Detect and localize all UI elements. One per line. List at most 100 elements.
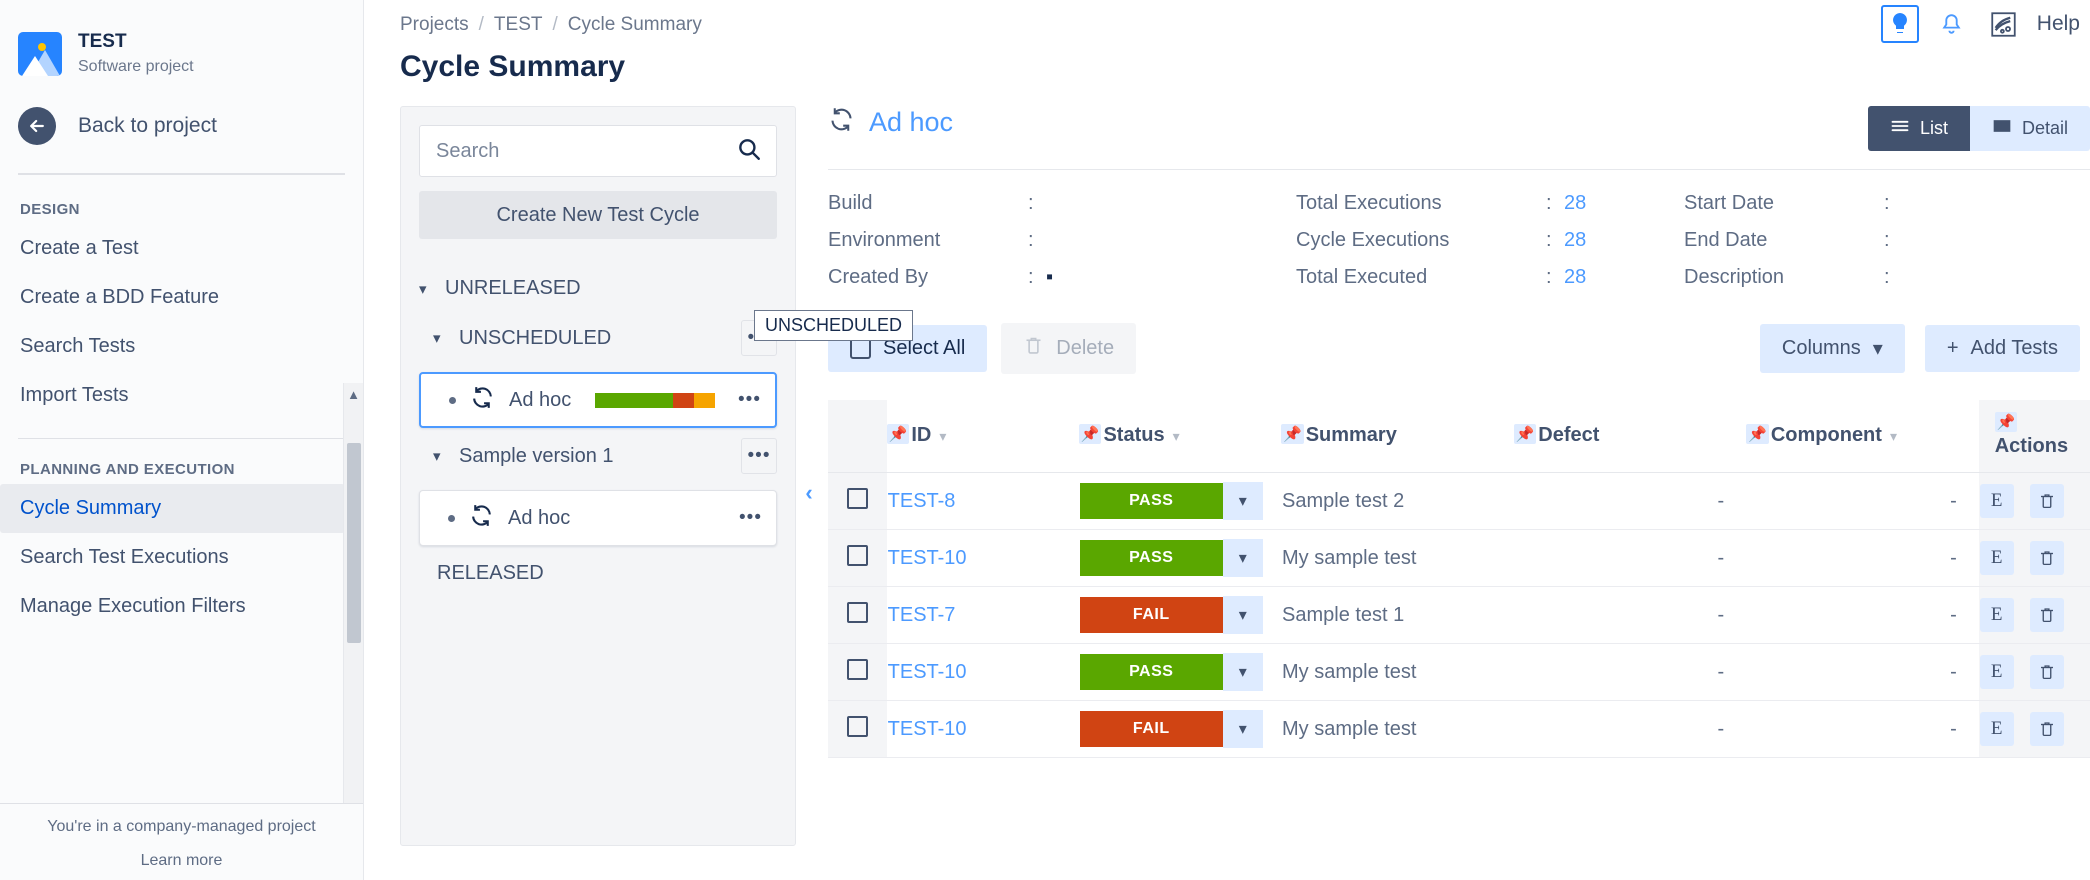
row-checkbox-cell[interactable] xyxy=(828,530,887,587)
checkbox-icon[interactable] xyxy=(850,338,871,359)
table-row[interactable]: TEST-10 PASS ▾ My sample test - - xyxy=(828,644,2090,701)
search-box[interactable] xyxy=(419,125,777,177)
status-badge[interactable]: PASS xyxy=(1080,540,1223,576)
cycle-more-icon[interactable]: ••• xyxy=(739,507,762,529)
chevron-down-icon[interactable]: ▾ xyxy=(939,428,946,444)
chevron-down-icon[interactable]: ▾ xyxy=(1223,596,1263,634)
edit-execution-button[interactable]: E xyxy=(1980,598,2014,632)
pin-icon[interactable]: 📌 xyxy=(1079,424,1102,444)
delete-execution-button[interactable] xyxy=(2030,484,2064,518)
pin-icon[interactable]: 📌 xyxy=(887,424,910,444)
checkbox-icon[interactable] xyxy=(847,488,868,509)
sidebar-item-create-a-test[interactable]: Create a Test xyxy=(0,224,345,273)
header-summary[interactable]: 📌Summary xyxy=(1281,400,1514,473)
pin-icon[interactable]: 📌 xyxy=(1514,424,1537,444)
chevron-down-icon[interactable]: ▾ xyxy=(1223,539,1263,577)
breadcrumb-test[interactable]: TEST xyxy=(494,14,543,36)
table-row[interactable]: TEST-10 FAIL ▾ My sample test - - xyxy=(828,701,2090,758)
cell-status[interactable]: FAIL ▾ xyxy=(1079,587,1281,644)
sidebar-item-search-tests[interactable]: Search Tests xyxy=(0,322,345,371)
cell-id[interactable]: TEST-7 xyxy=(887,587,1079,644)
chevron-down-icon[interactable]: ▾ xyxy=(419,280,433,298)
delete-execution-button[interactable] xyxy=(2030,598,2064,632)
header-status[interactable]: 📌Status▾ xyxy=(1079,400,1281,473)
columns-dropdown-button[interactable]: Columns ▾ xyxy=(1760,324,1905,373)
issue-link[interactable]: TEST-10 xyxy=(888,547,967,569)
chevron-down-icon[interactable]: ▾ xyxy=(1173,428,1180,444)
status-badge[interactable]: PASS xyxy=(1080,654,1223,690)
sidebar-item-cycle-summary[interactable]: Cycle Summary xyxy=(0,484,345,533)
search-input[interactable] xyxy=(434,139,724,164)
breadcrumb-cycle-summary[interactable]: Cycle Summary xyxy=(568,14,702,36)
chevron-down-icon[interactable]: ▾ xyxy=(1223,710,1263,748)
cell-id[interactable]: TEST-10 xyxy=(887,644,1079,701)
checkbox-icon[interactable] xyxy=(847,659,868,680)
checkbox-icon[interactable] xyxy=(847,716,868,737)
header-id[interactable]: 📌ID▾ xyxy=(887,400,1079,473)
cell-status[interactable]: PASS ▾ xyxy=(1079,530,1281,587)
row-checkbox-cell[interactable] xyxy=(828,701,887,758)
pin-icon[interactable]: 📌 xyxy=(1995,412,2018,432)
checkbox-icon[interactable] xyxy=(847,602,868,623)
pin-icon[interactable]: 📌 xyxy=(1281,424,1304,444)
cell-id[interactable]: TEST-10 xyxy=(887,701,1079,758)
cell-status[interactable]: PASS ▾ xyxy=(1079,473,1281,530)
issue-link[interactable]: TEST-7 xyxy=(888,604,956,626)
tree-node-unreleased[interactable]: ▾ UNRELEASED xyxy=(419,267,777,310)
edit-execution-button[interactable]: E xyxy=(1980,484,2014,518)
header-component[interactable]: 📌Component▾ xyxy=(1746,400,1979,473)
learn-more-link[interactable]: Learn more xyxy=(0,852,363,870)
chevron-down-icon[interactable]: ▾ xyxy=(1223,482,1263,520)
header-defect[interactable]: 📌Defect xyxy=(1514,400,1747,473)
tree-node-sample-version-1[interactable]: ▾ Sample version 1 ••• xyxy=(419,428,777,484)
tree-cycle-ad-hoc-unscheduled[interactable]: Ad hoc ••• xyxy=(419,372,777,428)
search-icon[interactable] xyxy=(736,136,762,167)
issue-link[interactable]: TEST-10 xyxy=(888,661,967,683)
pin-icon[interactable]: 📌 xyxy=(1746,424,1769,444)
sidebar-item-create-a-bdd-feature[interactable]: Create a BDD Feature xyxy=(0,273,345,322)
sidebar-item-import-tests[interactable]: Import Tests xyxy=(0,371,345,420)
chevron-down-icon[interactable]: ▾ xyxy=(1223,653,1263,691)
tab-detail-view[interactable]: Detail xyxy=(1970,106,2090,151)
delete-execution-button[interactable] xyxy=(2030,541,2064,575)
cell-status[interactable]: FAIL ▾ xyxy=(1079,701,1281,758)
cell-id[interactable]: TEST-10 xyxy=(887,530,1079,587)
edit-execution-button[interactable]: E xyxy=(1980,655,2014,689)
table-row[interactable]: TEST-7 FAIL ▾ Sample test 1 - - xyxy=(828,587,2090,644)
chevron-down-icon[interactable]: ▾ xyxy=(433,447,447,465)
chevron-down-icon[interactable]: ▾ xyxy=(433,329,447,347)
issue-link[interactable]: TEST-8 xyxy=(888,490,956,512)
sidebar-item-manage-execution-filters[interactable]: Manage Execution Filters xyxy=(0,582,345,631)
scrollbar-thumb[interactable] xyxy=(347,443,361,643)
delete-execution-button[interactable] xyxy=(2030,655,2064,689)
row-checkbox-cell[interactable] xyxy=(828,644,887,701)
edit-execution-button[interactable]: E xyxy=(1980,712,2014,746)
checkbox-icon[interactable] xyxy=(847,545,868,566)
tree-node-more-icon[interactable]: ••• xyxy=(741,438,777,474)
breadcrumb-projects[interactable]: Projects xyxy=(400,14,469,36)
back-to-project-button[interactable]: Back to project xyxy=(0,77,363,145)
chevron-left-icon[interactable]: ‹ xyxy=(796,106,822,880)
row-checkbox-cell[interactable] xyxy=(828,473,887,530)
cycle-more-icon[interactable]: ••• xyxy=(738,389,761,411)
delete-execution-button[interactable] xyxy=(2030,712,2064,746)
sidebar-item-search-test-executions[interactable]: Search Test Executions xyxy=(0,533,345,582)
scroll-up-arrow-icon[interactable]: ▲ xyxy=(347,383,360,406)
issue-link[interactable]: TEST-10 xyxy=(888,718,967,740)
delete-button[interactable]: Delete xyxy=(1001,323,1136,374)
table-row[interactable]: TEST-10 PASS ▾ My sample test - - xyxy=(828,530,2090,587)
add-tests-button[interactable]: + Add Tests xyxy=(1925,325,2080,372)
tree-node-unscheduled[interactable]: ▾ UNSCHEDULED ••• xyxy=(419,310,777,366)
status-badge[interactable]: FAIL xyxy=(1080,711,1223,747)
tree-node-released[interactable]: RELEASED xyxy=(419,546,777,585)
cell-id[interactable]: TEST-8 xyxy=(887,473,1079,530)
sidebar-scrollbar[interactable]: ▲ ▼ xyxy=(343,383,363,803)
create-new-test-cycle-button[interactable]: Create New Test Cycle xyxy=(419,191,777,239)
status-badge[interactable]: FAIL xyxy=(1080,597,1223,633)
table-row[interactable]: TEST-8 PASS ▾ Sample test 2 - - xyxy=(828,473,2090,530)
row-checkbox-cell[interactable] xyxy=(828,587,887,644)
edit-execution-button[interactable]: E xyxy=(1980,541,2014,575)
status-badge[interactable]: PASS xyxy=(1080,483,1223,519)
chevron-down-icon[interactable]: ▾ xyxy=(1890,428,1897,444)
cell-status[interactable]: PASS ▾ xyxy=(1079,644,1281,701)
